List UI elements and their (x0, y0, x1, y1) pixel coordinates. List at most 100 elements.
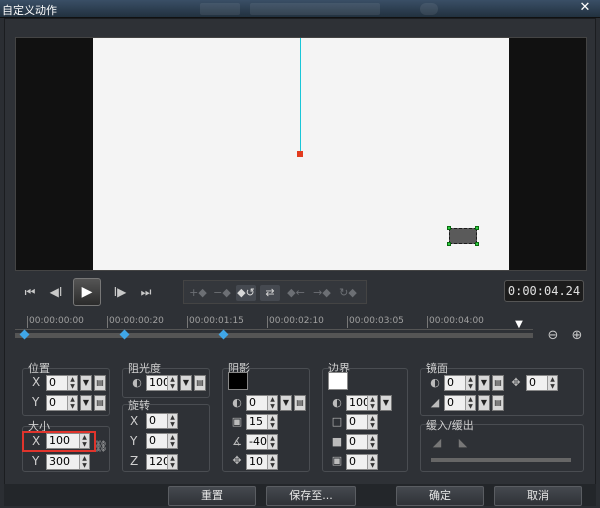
position-x-menu-button[interactable]: ▤ (94, 375, 106, 391)
resize-handle[interactable] (475, 226, 479, 230)
mirror-offset-input[interactable]: 0 ▲ ▼ (526, 375, 558, 391)
border-color-swatch[interactable]: #ffffff (328, 372, 348, 390)
position-label: 位置 (28, 362, 50, 375)
border-v3-input[interactable]: 0 ▲ ▼ (346, 454, 378, 470)
rotate-keyframe-button[interactable]: ↻◆ (338, 285, 358, 301)
keyframe-track[interactable] (15, 333, 533, 338)
close-icon[interactable]: ✕ (578, 0, 592, 16)
mirror-opacity-dropdown[interactable]: ▼ (478, 375, 490, 391)
easing-label: 缓入/缓出 (426, 419, 474, 432)
ease-in-icon[interactable]: ◢ (430, 436, 444, 450)
background-window-element (250, 3, 380, 15)
timecode-display[interactable]: 0:00:04.24 (504, 280, 584, 302)
reverse-keyframe-button[interactable]: ◆↺ (236, 285, 256, 301)
spin-arrows-icon: ▲ ▼ (547, 376, 557, 390)
preview-canvas[interactable] (93, 38, 509, 270)
resize-handle[interactable] (447, 226, 451, 230)
easing-slider[interactable] (431, 458, 571, 462)
position-y-menu-button[interactable]: ▤ (94, 395, 106, 411)
opacity-dropdown[interactable]: ▼ (180, 375, 192, 391)
play-button[interactable]: ▶ (73, 278, 101, 306)
spin-arrows-icon: ▲ ▼ (167, 455, 177, 469)
border-opacity-input[interactable]: 100 ▲ ▼ (346, 395, 378, 411)
border-width-icon: □ (331, 415, 343, 428)
mirror-distance-input[interactable]: 0 ▲ ▼ (444, 395, 476, 411)
timeline-ruler[interactable]: 00:00:00:00 00:00:00:20 00:00:01:15 00:0… (15, 316, 533, 330)
shadow-opacity-dropdown[interactable]: ▼ (280, 395, 292, 411)
mirror-distance-dropdown[interactable]: ▼ (478, 395, 490, 411)
timeline-tick: 00:00:03:05 (347, 316, 404, 328)
spin-arrows-icon: ▲ ▼ (367, 435, 377, 449)
resize-handle[interactable] (447, 242, 451, 246)
guide-line (300, 38, 301, 154)
rotation-x-input[interactable]: 0 ▲ ▼ (146, 413, 178, 429)
position-y-input[interactable]: 0 ▲ ▼ (46, 395, 78, 411)
timeline-tick: 00:00:02:10 (267, 316, 324, 328)
transport-controls: ⏮ ◀Ⅰ ▶ Ⅰ▶ ⏭ +◆ −◆ ◆↺ ⇄ ◆← →◆ ↻◆ 0:00:04.… (15, 272, 587, 312)
rotation-z-input[interactable]: 120 ▲ ▼ (146, 454, 178, 470)
opacity-label: 阻光度 (128, 362, 161, 375)
opacity-input[interactable]: 100 ▲ ▼ (146, 375, 178, 391)
size-y-label: Y (32, 454, 40, 468)
shadow-distance-input[interactable]: 10 ▲ ▼ (246, 454, 278, 470)
shadow-opacity-input[interactable]: 0 ▲ ▼ (246, 395, 278, 411)
position-x-dropdown[interactable]: ▼ (80, 375, 92, 391)
shadow-color-swatch[interactable]: #000000 (228, 372, 248, 390)
timeline-tick: 00:00:00:00 (27, 316, 84, 328)
spin-arrows-icon: ▲ ▼ (367, 396, 377, 410)
timeline-tick: 00:00:01:15 (187, 316, 244, 328)
spin-arrows-icon: ▲ ▼ (267, 455, 277, 469)
save-to-button[interactable]: 保存至... (266, 486, 356, 506)
annotation-highlight-box (22, 431, 96, 452)
previous-keyframe-button[interactable]: ◆← (286, 285, 306, 301)
shadow-blur-input[interactable]: 15 ▲ ▼ (246, 414, 278, 430)
remove-keyframe-button[interactable]: −◆ (212, 285, 232, 301)
background-window-element (420, 3, 438, 15)
shadow-angle-icon: ∡ (232, 435, 242, 448)
border-opacity-dropdown[interactable]: ▼ (380, 395, 392, 411)
spin-arrows-icon: ▲ ▼ (167, 434, 177, 448)
mirror-label: 镜面 (426, 362, 448, 375)
spin-arrows-icon: ▲ ▼ (367, 455, 377, 469)
cancel-button[interactable]: 取消 (494, 486, 582, 506)
size-y-input[interactable]: 300 ▲ ▼ (46, 454, 90, 470)
position-x-input[interactable]: 0 ▲ ▼ (46, 375, 78, 391)
previous-frame-button[interactable]: ◀Ⅰ (45, 282, 67, 302)
position-y-dropdown[interactable]: ▼ (80, 395, 92, 411)
rotation-x-label: X (130, 414, 139, 428)
next-frame-button[interactable]: Ⅰ▶ (109, 282, 131, 302)
add-keyframe-button[interactable]: +◆ (188, 285, 208, 301)
shadow-angle-input[interactable]: -40 ▲ ▼ (246, 434, 278, 450)
border-style-icon: ■ (331, 435, 343, 448)
rotation-y-input[interactable]: 0 ▲ ▼ (146, 433, 178, 449)
go-to-end-button[interactable]: ⏭ (135, 282, 157, 302)
go-to-start-button[interactable]: ⏮ (19, 282, 41, 302)
shadow-opacity-menu-button[interactable]: ▤ (294, 395, 306, 411)
border-width-input[interactable]: 0 ▲ ▼ (346, 414, 378, 430)
resize-handle[interactable] (475, 242, 479, 246)
mirror-opacity-input[interactable]: 0 ▲ ▼ (444, 375, 476, 391)
anchor-point[interactable] (297, 151, 303, 157)
spin-arrows-icon: ▲ ▼ (67, 376, 77, 390)
background-window-element (200, 3, 240, 15)
mirror-opacity-menu-button[interactable]: ▤ (492, 375, 504, 391)
opacity-icon: ◐ (132, 376, 142, 389)
swap-keyframe-button[interactable]: ⇄ (260, 285, 280, 301)
zoom-in-icon[interactable]: ⊕ (569, 328, 585, 344)
spin-arrows-icon: ▲ ▼ (267, 415, 277, 429)
link-icon[interactable]: ⛓ (94, 440, 108, 454)
border-v2-input[interactable]: 0 ▲ ▼ (346, 434, 378, 450)
timeline-tick: 00:00:04:00 (427, 316, 484, 328)
ease-out-icon[interactable]: ◣ (456, 436, 470, 450)
next-keyframe-button[interactable]: →◆ (312, 285, 332, 301)
zoom-out-icon[interactable]: ⊖ (545, 328, 561, 344)
border-blur-icon: ▣ (331, 454, 343, 467)
mirror-distance-menu-button[interactable]: ▤ (492, 395, 504, 411)
mirror-offset-icon: ✥ (511, 376, 521, 389)
selected-object[interactable] (449, 228, 477, 244)
reset-button[interactable]: 重置 (168, 486, 256, 506)
spin-arrows-icon: ▲ ▼ (465, 376, 475, 390)
playhead-icon[interactable]: ▼ (512, 319, 526, 330)
ok-button[interactable]: 确定 (396, 486, 484, 506)
opacity-menu-button[interactable]: ▤ (194, 375, 206, 391)
